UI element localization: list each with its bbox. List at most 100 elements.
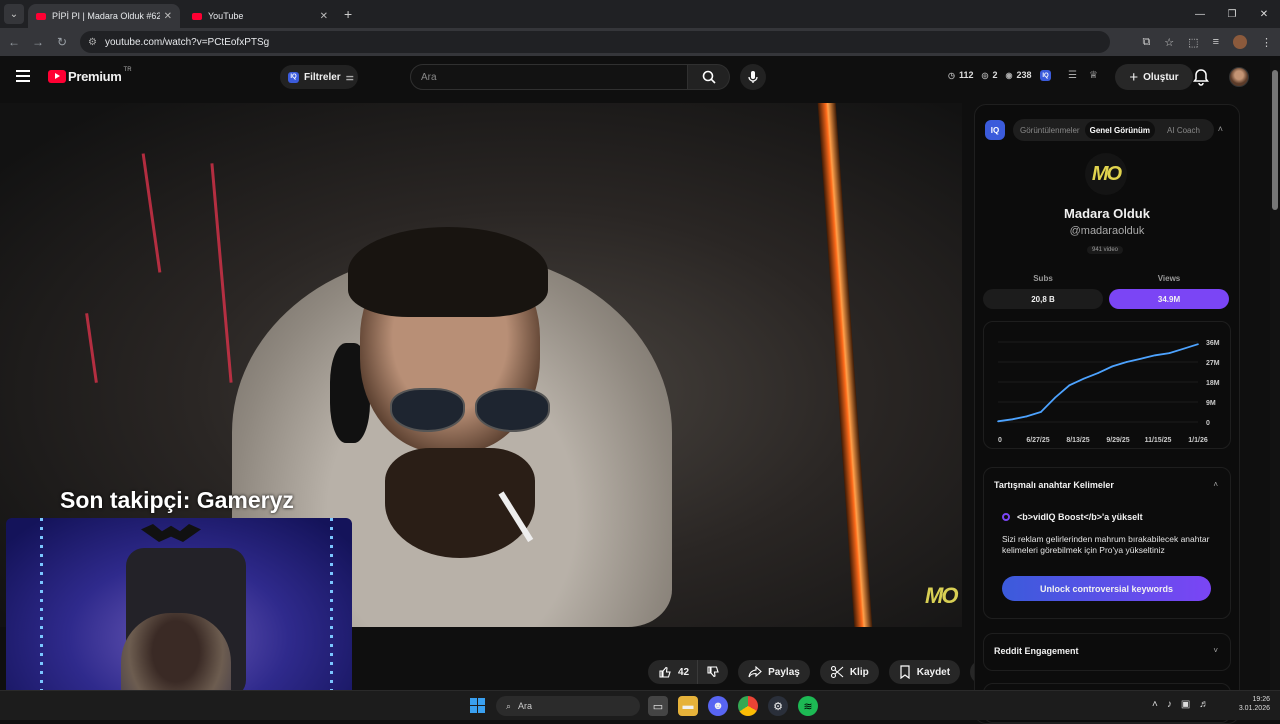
close-window-icon[interactable]: ✕: [1248, 0, 1280, 28]
list-icon[interactable]: ☰: [1068, 70, 1077, 81]
views-toggle[interactable]: 34.9M: [1109, 289, 1229, 309]
reddit-engagement-card[interactable]: Reddit Engagement ˅: [983, 633, 1231, 671]
clock-time: 19:26: [1252, 696, 1270, 703]
y-tick-label: 36M: [1206, 340, 1220, 347]
spotify-icon[interactable]: ≋: [798, 696, 818, 716]
chrome-icon[interactable]: [738, 696, 758, 716]
streamer-hair: [348, 227, 548, 317]
thumbs-up-icon: [659, 666, 671, 678]
site-info-icon[interactable]: ⚙: [88, 37, 97, 48]
display-icon[interactable]: ▣: [1181, 699, 1190, 710]
clip-button[interactable]: Klip: [819, 660, 879, 684]
search-input[interactable]: Ara: [410, 64, 688, 90]
vidiq-tabs: IQ Görüntülenmeler Genel Görünüm AI Coac…: [985, 119, 1214, 141]
youtube-logo[interactable]: Premium TR: [48, 66, 132, 84]
expand-icon[interactable]: ˅: [1213, 646, 1218, 655]
subs-toggle[interactable]: 20,8 B: [983, 289, 1103, 309]
trophy-icon[interactable]: ♕: [1089, 70, 1098, 81]
extensions-icon[interactable]: ⬚: [1188, 36, 1198, 49]
address-bar[interactable]: ⚙ youtube.com/watch?v=PCtEofxPTSg: [80, 31, 1110, 53]
views-data-point: [1154, 354, 1156, 357]
tab-overview[interactable]: Genel Görünüm: [1084, 121, 1156, 139]
back-icon[interactable]: ←: [2, 35, 26, 49]
stat-comments: 2: [992, 70, 998, 80]
vidiq-boost-upgrade[interactable]: <b>vidIQ Boost</b>'a yükselt: [1002, 512, 1143, 522]
file-explorer-icon[interactable]: ▬: [678, 696, 698, 716]
collapse-panel-icon[interactable]: ˄: [1218, 124, 1223, 134]
browser-tab-video[interactable]: PİPİ PI | Madara Olduk #628 - Y ✕: [28, 4, 180, 28]
save-button[interactable]: Kaydet: [888, 660, 961, 684]
y-tick-label: 27M: [1206, 360, 1220, 367]
subs-label: Subs: [1033, 274, 1053, 283]
microphone-icon[interactable]: ♪: [1167, 699, 1172, 710]
dislike-button[interactable]: [697, 660, 729, 684]
forward-icon[interactable]: →: [26, 35, 50, 49]
user-avatar[interactable]: [1229, 67, 1249, 87]
tray-chevron-icon[interactable]: ˄: [1152, 699, 1158, 710]
save-label: Kaydet: [916, 666, 951, 678]
video-actions: 42 Paylaş Klip Kaydet ⋯: [648, 660, 995, 684]
profile-avatar[interactable]: [1233, 35, 1247, 49]
tab-views[interactable]: Görüntülenmeler: [1015, 121, 1085, 139]
restore-icon[interactable]: ❐: [1216, 0, 1248, 28]
brand-label: Premium: [68, 69, 122, 84]
views-label: Views: [1157, 274, 1181, 283]
like-count: 42: [678, 666, 690, 678]
channel-name[interactable]: Madara Olduk: [975, 206, 1239, 221]
views-data-point: [1197, 343, 1199, 346]
browser-toolbar: ← → ↻ ⚙ youtube.com/watch?v=PCtEofxPTSg …: [0, 28, 1280, 56]
tab-ai-coach[interactable]: AI Coach: [1155, 121, 1212, 139]
x-tick-label: 1/1/26: [1188, 437, 1208, 444]
discord-icon[interactable]: ☻: [708, 696, 728, 716]
browser-tab-youtube[interactable]: YouTube ✕: [184, 4, 336, 28]
vidiq-segmented-control: Görüntülenmeler Genel Görünüm AI Coach: [1013, 119, 1214, 141]
page-scrollbar[interactable]: [1270, 60, 1280, 690]
hamburger-menu-icon[interactable]: [16, 70, 30, 82]
tab-title: PİPİ PI | Madara Olduk #628 - Y: [52, 11, 160, 21]
tab-search-button[interactable]: ⌄: [4, 4, 24, 24]
browser-menu-icon[interactable]: ⋮: [1261, 36, 1272, 49]
views-data-point: [1040, 411, 1042, 413]
voice-search-button[interactable]: [740, 64, 766, 90]
views-data-point: [1011, 418, 1014, 421]
x-tick-label: 9/29/25: [1106, 437, 1129, 444]
start-button-icon[interactable]: [470, 698, 485, 713]
media-controls-icon[interactable]: ≡: [1213, 36, 1219, 48]
bookmark-star-icon[interactable]: ☆: [1164, 36, 1174, 49]
vidiq-logo-icon[interactable]: IQ: [985, 120, 1005, 140]
new-tab-button[interactable]: +: [344, 6, 352, 22]
taskbar-clock[interactable]: 19:26 3.01.2026: [1232, 695, 1270, 714]
collapse-icon[interactable]: ˄: [1213, 480, 1218, 489]
share-button[interactable]: Paylaş: [738, 660, 810, 684]
create-label: Oluştur: [1143, 71, 1179, 83]
filters-label: Filtreler: [304, 71, 341, 83]
like-button[interactable]: 42: [648, 660, 698, 684]
search-button[interactable]: [688, 64, 730, 90]
scrollbar-thumb[interactable]: [1272, 70, 1278, 210]
minimize-icon[interactable]: —: [1184, 0, 1216, 28]
filters-button[interactable]: IQ Filtreler ⚌: [280, 65, 358, 89]
notifications-bell-icon[interactable]: [1192, 68, 1210, 86]
sunglasses: [390, 388, 550, 432]
close-tab-icon[interactable]: ✕: [164, 11, 172, 22]
red-led-strip: [85, 313, 98, 383]
taskbar-search-label: Ara: [518, 701, 533, 711]
channel-logo[interactable]: MO: [1085, 153, 1127, 195]
volume-icon[interactable]: ♬: [1199, 699, 1209, 710]
upgrade-description: Sizi reklam gelirlerinden mahrum bırakab…: [1002, 534, 1210, 555]
reload-icon[interactable]: ↻: [50, 35, 74, 49]
taskbar-search[interactable]: ⌕ Ara: [496, 696, 640, 716]
country-code: TR: [123, 66, 132, 73]
youtube-play-icon: [48, 70, 66, 83]
views-chart-svg: 0 9M 18M 27M 36M 0 6/27/25 8/13/25 9/29/25 11/15/…: [997, 340, 1220, 444]
cast-icon[interactable]: ⧉: [1142, 36, 1150, 49]
task-view-icon[interactable]: ▭: [648, 696, 668, 716]
blue-led-strip: [330, 518, 333, 718]
steam-icon[interactable]: ⚙: [768, 696, 788, 716]
clip-label: Klip: [849, 666, 869, 678]
create-button[interactable]: + Oluştur: [1115, 64, 1193, 90]
vidiq-icon[interactable]: IQ: [1040, 70, 1051, 81]
close-tab-icon[interactable]: ✕: [320, 11, 328, 22]
unlock-keywords-button[interactable]: Unlock controversial keywords: [1002, 576, 1211, 601]
vidiq-panel: IQ Görüntülenmeler Genel Görünüm AI Coac…: [974, 104, 1240, 724]
